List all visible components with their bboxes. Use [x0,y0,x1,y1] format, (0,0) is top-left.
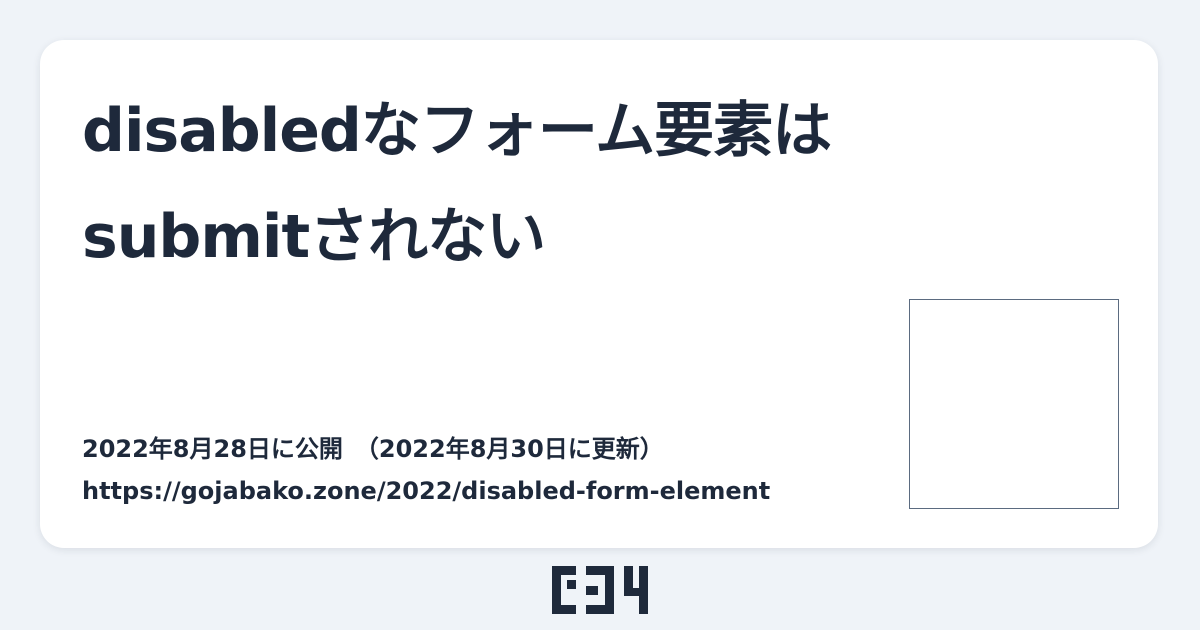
post-meta: 2022年8月28日に公開 （2022年8月30日に更新） https://goj… [82,428,902,512]
gojabako-logo-icon [552,566,648,614]
post-dates: 2022年8月28日に公開 （2022年8月30日に更新） [82,428,902,470]
og-card: disabledなフォーム要素は submitされない 2022年8月28日に公… [40,40,1158,548]
post-url[interactable]: https://gojabako.zone/2022/disabled-form… [82,470,902,512]
title-line-2: submitされない [82,202,546,272]
updated-date: （2022年8月30日に更新） [354,435,664,463]
post-url-text: https://gojabako.zone/2022/disabled-form… [82,477,771,505]
page-title: disabledなフォーム要素は submitされない [82,78,1042,290]
title-line-1: disabledなフォーム要素は [82,96,832,166]
published-date: 2022年8月28日に公開 [82,435,343,463]
thumbnail-placeholder [909,299,1119,509]
